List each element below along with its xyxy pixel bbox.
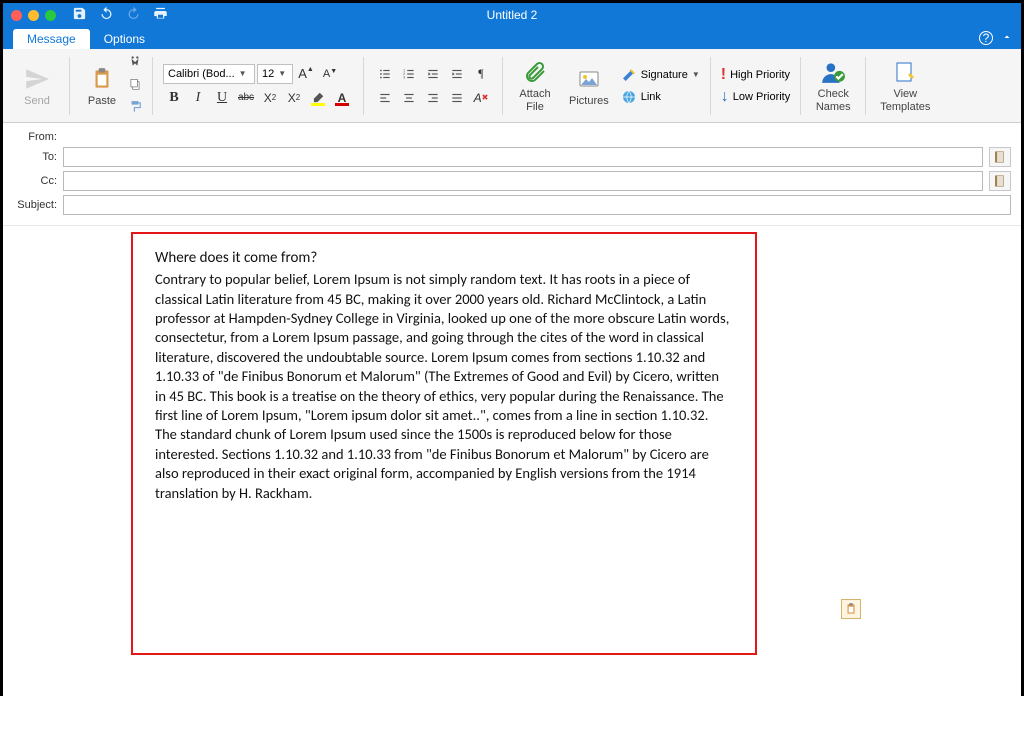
attach-file-button[interactable]: Attach File (513, 56, 557, 114)
number-list-button[interactable]: 123 (398, 64, 420, 84)
tab-options[interactable]: Options (90, 29, 159, 49)
font-name-value: Calibri (Bod... (168, 68, 235, 80)
paste-button[interactable]: Paste (80, 63, 124, 109)
arrow-down-icon: ↓ (721, 88, 729, 106)
highlight-button[interactable] (307, 88, 329, 108)
signature-button[interactable]: Signature ▼ (621, 67, 700, 83)
format-painter-icon[interactable] (128, 100, 142, 117)
help-icon[interactable]: ? (979, 31, 993, 45)
print-icon[interactable] (153, 6, 168, 24)
signature-label: Signature (641, 69, 688, 81)
send-label: Send (24, 95, 50, 107)
strikethrough-button[interactable]: abc (235, 88, 257, 108)
body-heading: Where does it come from? (155, 248, 733, 268)
svg-text:3: 3 (403, 75, 405, 79)
pictures-icon (575, 65, 603, 93)
justify-button[interactable] (446, 88, 468, 108)
subject-field[interactable] (63, 195, 1011, 215)
paste-label: Paste (88, 95, 116, 107)
cut-icon[interactable] (128, 54, 142, 71)
copy-icon[interactable] (128, 77, 142, 94)
bold-button[interactable]: B (163, 88, 185, 108)
superscript-button[interactable]: X2 (283, 88, 305, 108)
ribbon-tabs: Message Options ? (3, 27, 1021, 49)
grow-font-icon[interactable]: A▲ (295, 64, 317, 84)
from-label: From: (13, 131, 57, 143)
redo-icon[interactable] (126, 6, 141, 24)
minimize-window-button[interactable] (28, 10, 39, 21)
collapse-ribbon-icon[interactable] (1001, 31, 1013, 46)
view-templates-button[interactable]: View Templates (876, 56, 934, 114)
underline-button[interactable]: U (211, 88, 233, 108)
to-label: To: (13, 151, 57, 163)
paragraph-group: 123 ¶ A✖ (374, 64, 492, 108)
window-title: Untitled 2 (487, 8, 538, 22)
tab-message[interactable]: Message (13, 29, 90, 49)
zoom-window-button[interactable] (45, 10, 56, 21)
align-center-button[interactable] (398, 88, 420, 108)
titlebar: Untitled 2 (3, 3, 1021, 27)
clipboard-icon (88, 65, 116, 93)
save-icon[interactable] (72, 6, 87, 24)
cc-field[interactable] (63, 171, 983, 191)
increase-indent-button[interactable] (446, 64, 468, 84)
paste-options-button[interactable] (841, 599, 861, 619)
low-priority-button[interactable]: ↓ Low Priority (721, 88, 790, 106)
quick-access-toolbar (72, 6, 168, 24)
font-group: Calibri (Bod...▼ 12▼ A▲ A▼ B I U abc X2 … (163, 64, 353, 108)
addressing-area: From: To: Cc: Subject: (3, 123, 1021, 226)
subscript-button[interactable]: X2 (259, 88, 281, 108)
close-window-button[interactable] (11, 10, 22, 21)
font-size-value: 12 (262, 68, 274, 80)
exclamation-icon: ! (721, 66, 726, 84)
font-size-combo[interactable]: 12▼ (257, 64, 293, 84)
subject-label: Subject: (13, 199, 57, 211)
highlight-box: Where does it come from? Contrary to pop… (131, 232, 757, 655)
ribbon: Send Paste Calibri (Bod...▼ 12▼ (3, 49, 1021, 123)
check-names-label: Check Names (816, 88, 851, 112)
clear-formatting-button[interactable]: A✖ (470, 88, 492, 108)
to-field[interactable] (63, 147, 983, 167)
cc-address-book-button[interactable] (989, 171, 1011, 191)
decrease-indent-button[interactable] (422, 64, 444, 84)
send-button[interactable]: Send (15, 63, 59, 109)
check-names-button[interactable]: Check Names (811, 56, 855, 114)
body-text[interactable]: Where does it come from? Contrary to pop… (155, 248, 733, 503)
view-templates-label: View Templates (880, 88, 930, 112)
paperclip-icon (521, 58, 549, 86)
show-marks-button[interactable]: ¶ (470, 64, 492, 84)
templates-icon (891, 58, 919, 86)
italic-button[interactable]: I (187, 88, 209, 108)
check-names-icon (819, 58, 847, 86)
align-left-button[interactable] (374, 88, 396, 108)
link-button[interactable]: Link (621, 89, 700, 105)
font-name-combo[interactable]: Calibri (Bod...▼ (163, 64, 255, 84)
undo-icon[interactable] (99, 6, 114, 24)
high-priority-label: High Priority (730, 69, 790, 81)
low-priority-label: Low Priority (733, 91, 790, 103)
send-icon (23, 65, 51, 93)
high-priority-button[interactable]: ! High Priority (721, 66, 790, 84)
cc-label: Cc: (13, 175, 57, 187)
pictures-button[interactable]: Pictures (565, 63, 613, 109)
link-label: Link (641, 91, 661, 103)
align-right-button[interactable] (422, 88, 444, 108)
to-address-book-button[interactable] (989, 147, 1011, 167)
message-body-area[interactable]: Where does it come from? Contrary to pop… (3, 226, 1021, 748)
window-controls (11, 10, 56, 21)
body-paragraph: Contrary to popular belief, Lorem Ipsum … (155, 270, 733, 503)
bullet-list-button[interactable] (374, 64, 396, 84)
pictures-label: Pictures (569, 95, 609, 107)
shrink-font-icon[interactable]: A▼ (319, 64, 341, 84)
attach-file-label: Attach File (519, 88, 550, 112)
font-color-button[interactable]: A (331, 88, 353, 108)
